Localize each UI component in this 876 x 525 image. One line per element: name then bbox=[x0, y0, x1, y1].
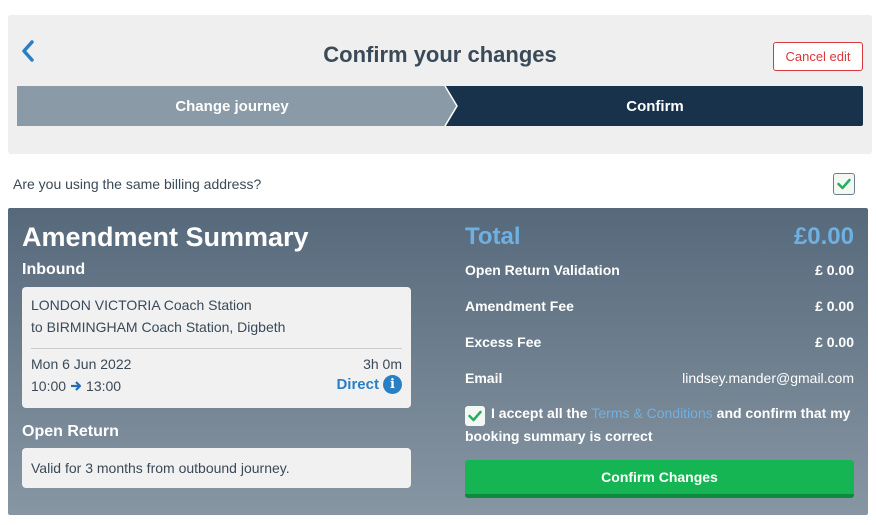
totals-column: Total £0.00 Open Return Validation £ 0.0… bbox=[465, 208, 854, 515]
fee-value: £ 0.00 bbox=[815, 334, 854, 350]
billing-checkbox[interactable] bbox=[833, 173, 855, 195]
checkmark-icon bbox=[837, 178, 851, 190]
email-row: Email lindsey.mander@gmail.com bbox=[465, 370, 854, 386]
progress-steps: Change journey Confirm bbox=[17, 86, 863, 126]
checkmark-icon bbox=[468, 410, 482, 422]
total-label: Total bbox=[465, 223, 521, 250]
fee-row-amendment-fee: Amendment Fee £ 0.00 bbox=[465, 298, 854, 314]
terms-link[interactable]: Terms & Conditions bbox=[591, 405, 712, 421]
fee-label: Excess Fee bbox=[465, 334, 542, 350]
journey-from: LONDON VICTORIA Coach Station bbox=[31, 297, 252, 313]
step-change-journey[interactable]: Change journey bbox=[17, 86, 447, 126]
depart-time: 10:00 bbox=[31, 378, 67, 394]
accept-prefix: I accept all the bbox=[491, 405, 588, 421]
step-confirm: Confirm bbox=[626, 97, 684, 115]
direct-info-link[interactable]: Direct i bbox=[336, 375, 402, 394]
fee-label: Amendment Fee bbox=[465, 298, 574, 314]
arrow-right-icon bbox=[71, 381, 82, 391]
email-value: lindsey.mander@gmail.com bbox=[682, 370, 854, 386]
open-return-card: Valid for 3 months from outbound journey… bbox=[22, 448, 411, 488]
journey-card: LONDON VICTORIA Coach Station to BIRMING… bbox=[22, 287, 411, 408]
open-return-label: Open Return bbox=[22, 423, 119, 440]
journey-to: to BIRMINGHAM Coach Station, Digbeth bbox=[31, 319, 286, 335]
fee-label: Open Return Validation bbox=[465, 262, 620, 278]
arrive-time: 13:00 bbox=[86, 378, 122, 394]
summary-title: Amendment Summary bbox=[22, 222, 309, 252]
fee-row-open-return-validation: Open Return Validation £ 0.00 bbox=[465, 262, 854, 278]
info-icon[interactable]: i bbox=[383, 375, 402, 394]
inbound-label: Inbound bbox=[22, 261, 86, 278]
amendment-summary-panel: Amendment Summary Inbound LONDON VICTORI… bbox=[8, 208, 868, 515]
journey-times: 10:00 13:00 bbox=[31, 378, 121, 394]
divider bbox=[31, 348, 402, 349]
terms-checkbox[interactable] bbox=[465, 406, 485, 426]
total-value: £0.00 bbox=[793, 223, 854, 250]
total-row: Total £0.00 bbox=[465, 223, 854, 251]
journey-type: Direct bbox=[336, 376, 379, 393]
fee-value: £ 0.00 bbox=[815, 298, 854, 314]
cancel-edit-button[interactable]: Cancel edit bbox=[773, 42, 863, 71]
fee-value: £ 0.00 bbox=[815, 262, 854, 278]
page-title: Confirm your changes bbox=[323, 42, 557, 67]
journey-duration: 3h 0m bbox=[363, 356, 402, 372]
fee-row-excess-fee: Excess Fee £ 0.00 bbox=[465, 334, 854, 350]
billing-row: Are you using the same billing address? bbox=[13, 170, 855, 198]
confirm-changes-button[interactable]: Confirm Changes bbox=[465, 460, 854, 498]
billing-question: Are you using the same billing address? bbox=[13, 176, 262, 192]
terms-accept-row: I accept all the Terms & Conditions and … bbox=[465, 403, 854, 447]
journey-date: Mon 6 Jun 2022 bbox=[31, 356, 132, 372]
header-panel: Confirm your changes Cancel edit Change … bbox=[8, 15, 872, 154]
email-label: Email bbox=[465, 370, 503, 386]
